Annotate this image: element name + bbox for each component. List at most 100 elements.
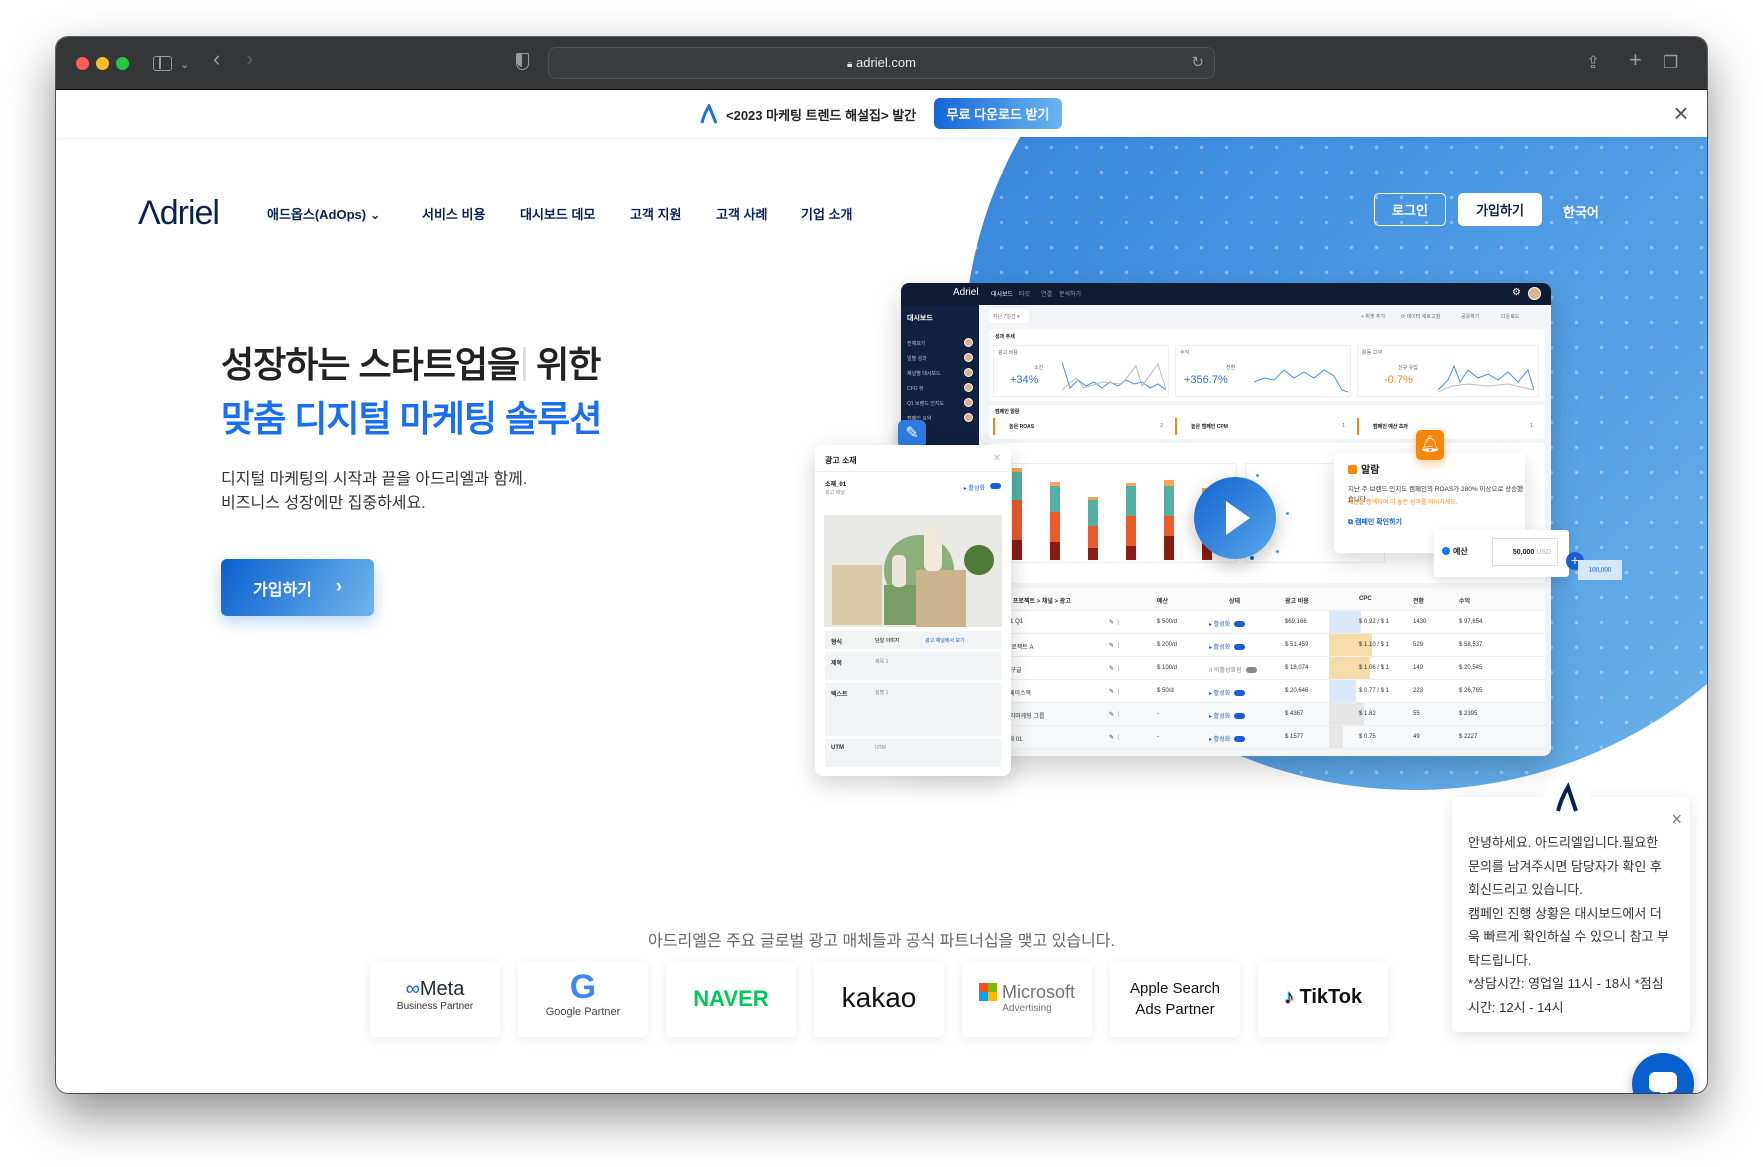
hero-signup-button[interactable]: 가입하기 ›	[221, 559, 374, 616]
alert-count: 2	[1160, 423, 1163, 429]
bar-segment	[1088, 500, 1098, 526]
kpi-value: +356.7%	[1184, 374, 1228, 386]
column-header: 상태	[1229, 599, 1241, 605]
dashboard-topbar: Adriel 대시보드 타깃 연결 분석하기 ⚙	[901, 283, 1551, 305]
partner-name: TikTok	[1299, 986, 1363, 1008]
hero-subtitle-line: 디지털 마케팅의 시작과 끝을 아드리엘과 함께.	[221, 471, 528, 488]
table-row: ⌄ f 페이스북 ✎ ⋮ $ 50/d ▸ 활성화 $ 20,646 $ 0.77 / $…	[989, 680, 1545, 703]
new-budget-badge: 100,000	[1578, 560, 1622, 580]
nav-pricing[interactable]: 서비스 비용	[422, 204, 485, 223]
hero-title-line2: 맞춤 디지털 마케팅 솔루션	[221, 398, 602, 439]
edit-pencil-icon: ✎	[898, 420, 926, 448]
external-link-icon: ⧉	[1348, 519, 1355, 526]
sidebar-item: 전체보기	[907, 341, 926, 347]
dashboard-nav-item: 연결	[1041, 292, 1053, 298]
bar-segment	[1126, 486, 1136, 516]
partner-microsoft: Microsoft Advertising	[962, 962, 1092, 1037]
row-revenue: $ 26,765	[1459, 688, 1483, 694]
meta-infinity-icon: ∞	[405, 978, 420, 1000]
partner-name: NAVER	[693, 986, 769, 1011]
browser-window: ⌄ ‹ › 🔒︎ adriel.com ↻ ⇪ + ❐ <2023 마케팅 트렌…	[56, 37, 1707, 1093]
row-cpc: $ 1.10 / $ 1	[1359, 642, 1390, 648]
edit-pencil-icon: ✎ ⋮	[1109, 643, 1122, 649]
forward-icon[interactable]: ›	[246, 48, 253, 70]
meta-logo: ∞Meta	[370, 978, 500, 1001]
alert-sub: 예산을 증액하여 더 높은 성과를 이어가세요.	[1348, 500, 1458, 506]
alerts-title: 캠페인 알람	[995, 409, 1020, 415]
nav-cases[interactable]: 고객 사례	[716, 204, 767, 223]
close-icon[interactable]: ×	[1667, 99, 1695, 127]
chat-line: 문의를 남겨주시면 담당자가 확인 후	[1468, 858, 1662, 874]
partner-name: Microsoft	[1002, 982, 1076, 1002]
chat-line: 안녕하세요. 아드리엘입니다.필요한	[1468, 835, 1659, 850]
bar-segment	[1164, 486, 1174, 516]
alert-item: 높은 ROAS	[1009, 424, 1035, 430]
reload-icon[interactable]: ↻	[1191, 53, 1204, 71]
status-toggle	[1245, 667, 1257, 673]
budget-label-text: 예산	[1453, 547, 1468, 556]
chat-line: *상담시간: 영업일 11시 - 18시 *점심	[1468, 976, 1664, 991]
partner-kakao: kakao	[814, 962, 944, 1037]
chat-welcome-box: × 안녕하세요. 아드리엘입니다.필요한문의를 남겨주시면 담당자가 확인 후회…	[1452, 797, 1690, 1032]
kpi-dropdown: 광고 비용	[998, 350, 1018, 356]
back-icon[interactable]: ‹	[213, 48, 220, 70]
budget-currency: USD	[1536, 549, 1551, 556]
url-text: adriel.com	[855, 55, 916, 70]
tabs-overview-icon[interactable]: ❐	[1663, 53, 1678, 73]
alert-title: 알람	[1348, 461, 1379, 476]
column-header: 광고 비용	[1285, 599, 1309, 605]
sidebar-item: Q1 브랜드 인지도	[907, 401, 945, 407]
kpi-label: 전환	[1226, 365, 1236, 371]
close-window-button[interactable]	[76, 57, 89, 70]
product-image	[824, 515, 1002, 627]
microsoft-squares-icon	[978, 983, 997, 1001]
share-icon[interactable]: ⇪	[1586, 53, 1600, 73]
nav-adops[interactable]: 애드옵스(AdOps) ⌄	[267, 204, 381, 223]
signup-button[interactable]: 가입하기	[1458, 193, 1542, 226]
partner-tiktok: ♪ TikTok	[1258, 962, 1388, 1037]
chat-launcher-button[interactable]	[1632, 1053, 1694, 1093]
row-spend: $ 20,646	[1285, 688, 1309, 694]
cpc-bar	[1329, 611, 1361, 633]
nav-dashboard-demo[interactable]: 대시보드 데모	[520, 204, 595, 223]
free-download-button[interactable]: 무료 다운로드 받기	[934, 98, 1062, 129]
campaign-table: 분기 > 프로젝트 > 채널 > 광고 예산 상태 광고 비용 CPC 전환 수…	[989, 588, 1545, 749]
row-revenue: $ 20,545	[1459, 665, 1483, 671]
cpc-bar	[1329, 680, 1356, 702]
sidebar-item: 일별 성과	[907, 356, 927, 362]
nav-support[interactable]: 고객 지원	[630, 204, 681, 223]
minimize-window-button[interactable]	[96, 57, 109, 70]
status-toggle	[1234, 713, 1246, 719]
login-button[interactable]: 로그인	[1374, 193, 1446, 226]
table-row: > G 구글✎ ⋮$ 100/dII 비활성화됨$ 18,074$ 1.06 /…	[989, 657, 1545, 680]
column-header: 전환	[1413, 599, 1425, 605]
dashboard-toolbar-item: 공유하기	[1461, 314, 1480, 320]
bar-segment	[1126, 483, 1136, 486]
row-budget: $ 100/d	[1157, 665, 1178, 671]
adriel-logo[interactable]: Λdriel	[138, 194, 220, 233]
sidebar-icon[interactable]	[153, 56, 172, 71]
close-icon[interactable]: ×	[1671, 809, 1682, 830]
cta-label: 가입하기	[253, 581, 312, 599]
address-bar[interactable]: 🔒︎ adriel.com ↻	[548, 47, 1215, 79]
chevron-down-icon[interactable]: ⌄	[180, 55, 189, 75]
shield-icon[interactable]	[516, 53, 529, 70]
chat-line: 회신드리고 있습니다.	[1468, 882, 1583, 897]
row-spend: $ 18,074	[1285, 665, 1309, 671]
creative-toggle	[990, 483, 1001, 489]
bar-segment	[1088, 497, 1098, 500]
new-tab-icon[interactable]: +	[1629, 49, 1642, 71]
play-video-button[interactable]	[1194, 477, 1276, 559]
status-toggle	[1234, 644, 1246, 650]
kpi-value: -0.7%	[1384, 374, 1413, 386]
row-spend: $ 51,459	[1285, 642, 1309, 648]
language-selector[interactable]: 한국어	[1563, 202, 1599, 221]
row-status-text: ▸ 활성화	[1209, 737, 1231, 743]
zoom-window-button[interactable]	[116, 57, 129, 70]
alert-count: 1	[1530, 423, 1533, 429]
bar-segment	[1164, 480, 1174, 486]
hero-subtitle-line: 비즈니스 성장에만 집중하세요.	[221, 495, 426, 512]
budget-label: 예산	[1442, 546, 1468, 557]
hero-subtitle: 디지털 마케팅의 시작과 끝을 아드리엘과 함께. 비즈니스 성장에만 집중하세…	[221, 468, 527, 516]
nav-about[interactable]: 기업 소개	[801, 204, 852, 223]
